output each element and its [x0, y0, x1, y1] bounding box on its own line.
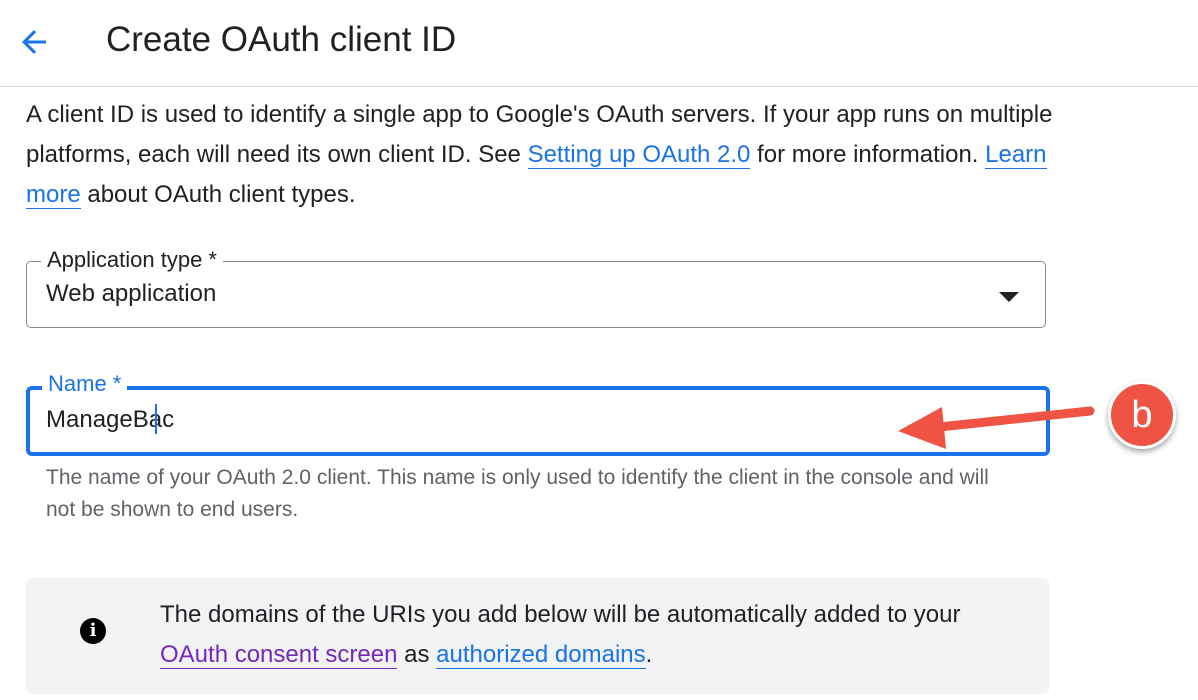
application-type-select[interactable]: Application type * Web application: [26, 247, 1046, 328]
intro-text-3: about OAuth client types.: [80, 181, 356, 208]
info-text: The domains of the URIs you add below wi…: [160, 595, 1020, 675]
intro-text-2: for more information.: [750, 141, 986, 168]
info-icon: i: [80, 618, 106, 644]
setting-up-oauth-link[interactable]: Setting up OAuth 2.0: [527, 141, 751, 169]
dropdown-arrow-icon: [999, 292, 1019, 302]
name-helper-text: The name of your OAuth 2.0 client. This …: [46, 466, 989, 521]
info-box: i The domains of the URIs you add below …: [26, 578, 1050, 694]
info-text-2: as: [397, 641, 437, 668]
info-text-3: .: [645, 641, 653, 668]
annotation-badge: b: [1108, 381, 1176, 449]
text-cursor: [155, 404, 157, 434]
intro-paragraph: A client ID is used to identify a single…: [26, 95, 1066, 215]
authorized-domains-link[interactable]: authorized domains: [436, 641, 646, 669]
page-title: Create OAuth client ID: [106, 20, 457, 59]
page-header: Create OAuth client ID: [0, 0, 1198, 87]
application-type-label: Application type *: [41, 247, 223, 273]
annotation-badge-label: b: [1131, 394, 1153, 436]
oauth-consent-screen-link[interactable]: OAuth consent screen: [160, 641, 398, 669]
back-button[interactable]: [10, 18, 58, 66]
arrow-back-icon: [22, 30, 46, 54]
info-text-1: The domains of the URIs you add below wi…: [160, 601, 961, 628]
application-type-value: Web application: [46, 280, 217, 307]
annotation-arrow: [898, 406, 1095, 449]
name-field-label: Name *: [42, 371, 128, 397]
name-input[interactable]: [46, 405, 926, 435]
